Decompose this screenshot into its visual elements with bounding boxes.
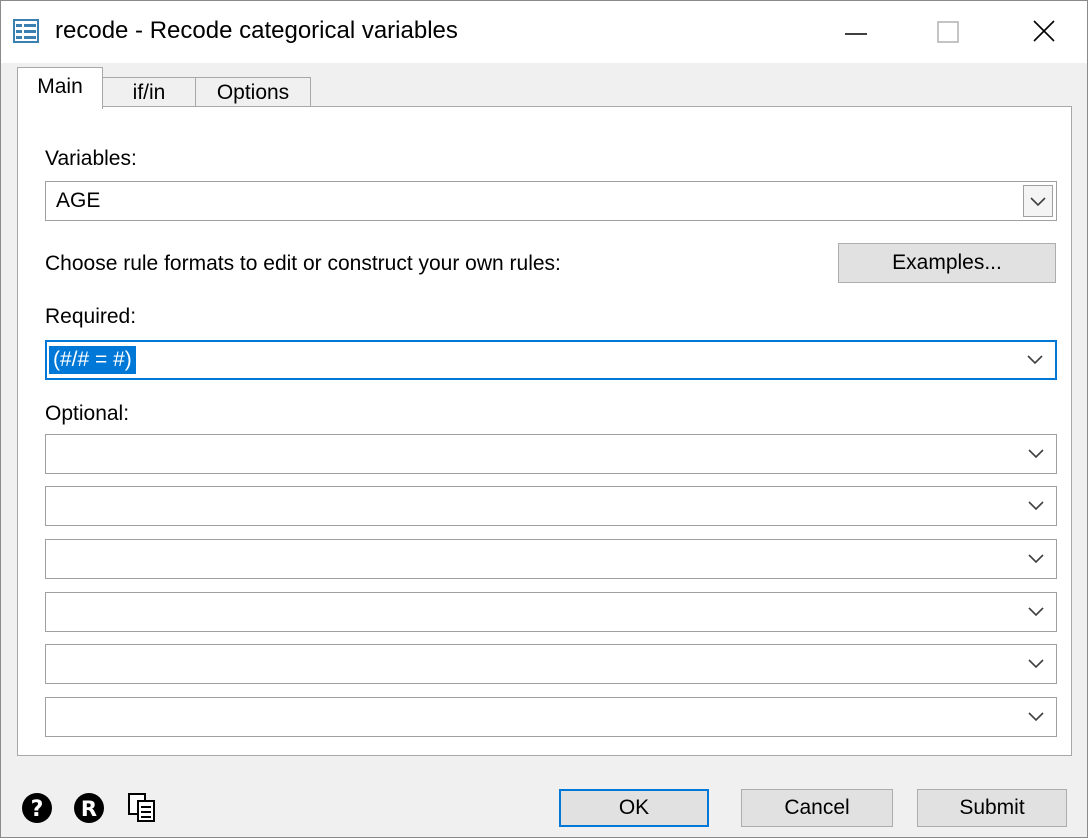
rule-instruction: Choose rule formats to edit or construct…	[45, 252, 561, 275]
minimize-button[interactable]	[809, 1, 901, 63]
tab-main[interactable]: Main	[17, 67, 103, 109]
chevron-down-icon	[1028, 501, 1044, 511]
optional-rule-combobox-1[interactable]	[45, 434, 1057, 474]
close-button[interactable]	[993, 1, 1085, 63]
chevron-down-icon	[1027, 355, 1043, 365]
dialog-form-icon	[13, 19, 39, 45]
chevron-down-icon	[1028, 607, 1044, 617]
variables-label: Variables:	[45, 147, 137, 170]
copy-icon[interactable]	[127, 792, 157, 829]
maximize-icon	[937, 21, 959, 43]
cancel-button[interactable]: Cancel	[741, 789, 893, 827]
chevron-down-icon	[1028, 712, 1044, 722]
chevron-down-icon	[1030, 197, 1046, 207]
optional-rule-combobox-2[interactable]	[45, 486, 1057, 526]
required-rule-combobox[interactable]: (#/# = #)	[45, 340, 1057, 380]
submit-button[interactable]: Submit	[917, 789, 1067, 827]
recode-dialog: recode - Recode categorical variables Ma…	[0, 0, 1088, 838]
chevron-down-icon	[1028, 554, 1044, 564]
window-title: recode - Recode categorical variables	[55, 17, 458, 44]
help-icon[interactable]: ?	[21, 792, 53, 829]
title-bar[interactable]: recode - Recode categorical variables	[1, 1, 1087, 63]
examples-button[interactable]: Examples...	[838, 243, 1056, 283]
variables-combobox[interactable]: AGE	[45, 181, 1057, 221]
svg-text:?: ?	[31, 797, 44, 822]
optional-rule-combobox-3[interactable]	[45, 539, 1057, 579]
minimize-icon	[845, 33, 867, 35]
tab-if-in[interactable]: if/in	[101, 77, 197, 109]
tab-options[interactable]: Options	[195, 77, 311, 109]
close-icon	[1033, 20, 1055, 42]
ok-button[interactable]: OK	[559, 789, 709, 827]
optional-rule-combobox-4[interactable]	[45, 592, 1057, 632]
maximize-button[interactable]	[901, 1, 993, 63]
r-icon[interactable]: R	[73, 792, 105, 829]
required-label: Required:	[45, 305, 137, 328]
svg-text:R: R	[81, 797, 97, 821]
optional-rule-combobox-6[interactable]	[45, 697, 1057, 737]
optional-label: Optional:	[45, 402, 130, 425]
chevron-down-icon	[1028, 449, 1044, 459]
chevron-down-icon	[1028, 659, 1044, 669]
dialog-footer: ? R OK Cancel Submit	[1, 756, 1087, 839]
variables-dropdown-button[interactable]	[1023, 185, 1053, 217]
variables-value: AGE	[56, 189, 101, 212]
optional-rule-combobox-5[interactable]	[45, 644, 1057, 684]
required-rule-value: (#/# = #)	[49, 346, 136, 374]
main-tab-panel: Variables: AGE Choose rule formats to ed…	[17, 106, 1072, 756]
